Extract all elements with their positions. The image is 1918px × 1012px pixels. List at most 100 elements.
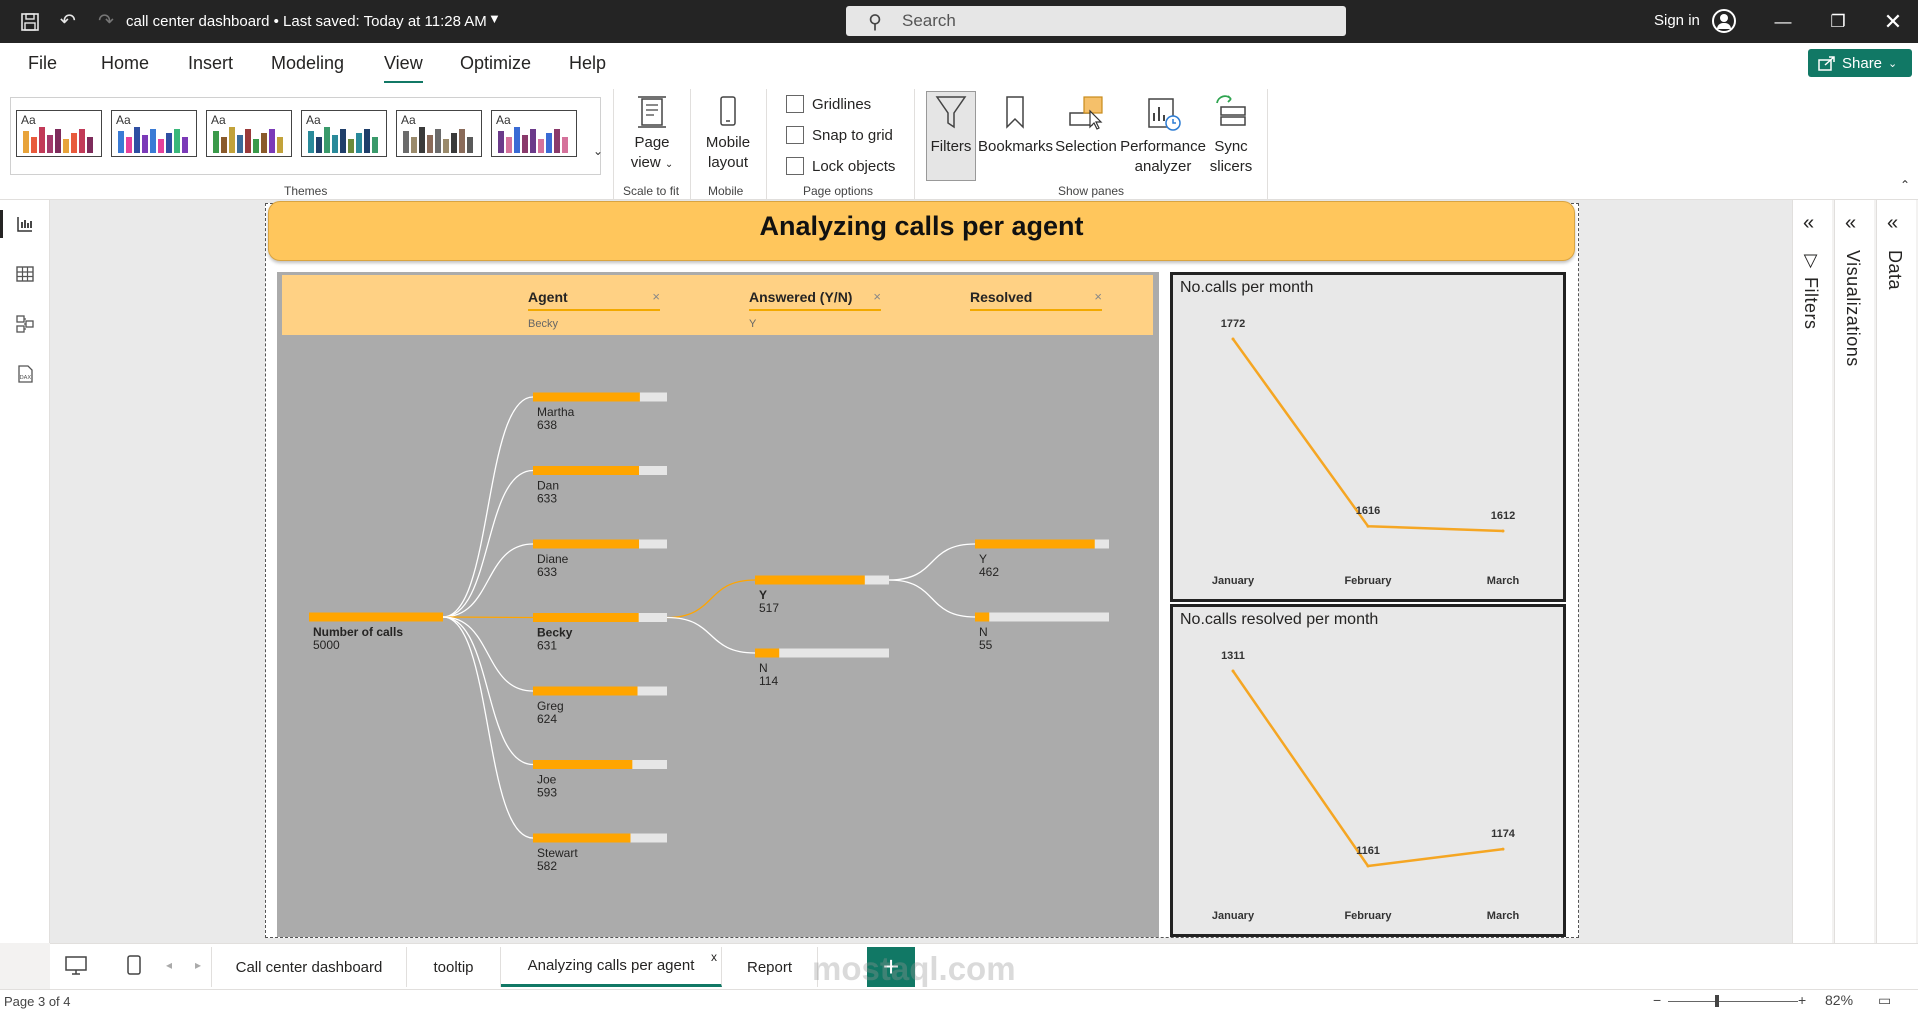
minimize-icon[interactable]: — [1760, 0, 1806, 43]
resolved-node-bar [975, 612, 990, 622]
close-tab-icon[interactable]: x [711, 950, 717, 964]
fit-to-page-icon[interactable]: ▭ [1878, 992, 1891, 1009]
sync-slicers-button[interactable]: Sync slicers [1206, 93, 1256, 177]
level-agent[interactable]: Agent × Becky [528, 289, 660, 330]
x-tick-label: February [1344, 910, 1392, 922]
performance-analyzer-button[interactable]: Performance analyzer [1120, 93, 1206, 177]
zoom-out-button[interactable]: − [1653, 992, 1661, 1008]
data-label: 1161 [1356, 845, 1380, 857]
menu-modeling[interactable]: Modeling [271, 53, 344, 74]
tree-connector [442, 616, 534, 839]
agent-node-bar [533, 392, 640, 402]
sign-in-link[interactable]: Sign in [1654, 12, 1700, 29]
answered-node-value: 114 [759, 674, 778, 688]
menu-optimize[interactable]: Optimize [460, 53, 531, 74]
menu-view[interactable]: View [384, 53, 423, 84]
page-title: Analyzing calls per agent [759, 211, 1084, 241]
agent-node-label: Martha [537, 405, 575, 419]
data-point [1501, 847, 1505, 851]
resolved-node-value: 55 [979, 638, 993, 652]
dax-query-view-icon[interactable]: DAX [12, 361, 38, 387]
side-panes: « ▽ Filters « Visualizations « Data [1792, 200, 1918, 943]
visualizations-pane[interactable]: « Visualizations [1834, 200, 1874, 943]
table-view-icon[interactable] [12, 261, 38, 287]
zoom-slider-thumb[interactable] [1715, 995, 1719, 1007]
desktop-layout-icon[interactable] [64, 954, 88, 981]
data-pane-label: Data [1885, 250, 1905, 291]
themes-gallery: Aa Aa Aa Aa Aa Aa ⌄ [10, 97, 603, 175]
page-view-button[interactable]: Page view ⌄ [624, 93, 680, 175]
calls-resolved-per-month-chart[interactable]: No.calls resolved per month 1311 1161 1174… [1170, 604, 1566, 937]
collapse-ribbon-icon[interactable]: ⌃ [1900, 178, 1910, 192]
line-chart: 1311 1161 1174 January February March [1212, 650, 1520, 922]
data-label: 1311 [1221, 650, 1245, 662]
remove-level-icon[interactable]: × [652, 289, 660, 304]
lock-objects-checkbox[interactable]: Lock objects [786, 157, 895, 175]
level-resolved[interactable]: Resolved × [970, 289, 1102, 311]
tab-call-center-dashboard[interactable]: Call center dashboard [211, 947, 407, 987]
snap-to-grid-checkbox[interactable]: Snap to grid [786, 126, 893, 144]
theme-2[interactable]: Aa [111, 110, 197, 157]
menu-help[interactable]: Help [569, 53, 606, 74]
tab-report[interactable]: Report [722, 947, 818, 987]
theme-4[interactable]: Aa [301, 110, 387, 157]
tab-analyzing-calls-per-agent[interactable]: Analyzing calls per agent x [501, 947, 722, 987]
theme-3[interactable]: Aa [206, 110, 292, 157]
menu-file[interactable]: File [28, 53, 57, 74]
tab-tooltip[interactable]: tooltip [407, 947, 501, 987]
x-tick-label: January [1212, 910, 1255, 922]
close-window-icon[interactable]: ✕ [1870, 0, 1916, 43]
remove-level-icon[interactable]: × [1094, 289, 1102, 304]
restore-icon[interactable]: ❐ [1815, 0, 1861, 43]
tree-connector [666, 616, 756, 654]
expand-pane-icon[interactable]: « [1803, 212, 1814, 235]
mobile-layout-icon[interactable] [126, 954, 142, 981]
chevron-down-icon: ⌄ [1888, 57, 1898, 70]
avatar-icon[interactable] [1712, 9, 1736, 33]
themes-expand-icon[interactable]: ⌄ [593, 144, 603, 158]
expand-pane-icon[interactable]: « [1887, 212, 1898, 235]
bookmarks-pane-button[interactable]: Bookmarks [978, 93, 1053, 157]
next-page-icon[interactable]: ▸ [195, 958, 201, 972]
decomposition-tree[interactable]: Number of calls 5000 Martha 638 Dan 633 Diane 6… [277, 272, 1159, 937]
previous-page-icon[interactable]: ◂ [166, 958, 172, 972]
redo-icon[interactable]: ↷ [88, 0, 124, 43]
data-label: 1772 [1221, 318, 1245, 330]
tree-connector [442, 616, 534, 766]
expand-pane-icon[interactable]: « [1845, 212, 1856, 235]
agent-node-bar [533, 466, 640, 475]
filters-pane[interactable]: « ▽ Filters [1792, 200, 1832, 943]
report-view-icon[interactable] [12, 211, 38, 237]
data-pane[interactable]: « Data [1876, 200, 1916, 943]
tree-connector [888, 579, 976, 618]
data-label: 1612 [1491, 510, 1515, 522]
save-icon[interactable] [12, 0, 48, 43]
series-line [1231, 338, 1504, 533]
chevron-down-icon[interactable]: ▼ [488, 11, 501, 26]
menu-home[interactable]: Home [101, 53, 149, 74]
document-title[interactable]: call center dashboard • Last saved: Toda… [126, 13, 487, 30]
search-box[interactable]: ⚲ Search [846, 6, 1346, 36]
theme-6[interactable]: Aa [491, 110, 577, 157]
level-answered[interactable]: Answered (Y/N) × Y [749, 289, 881, 330]
agent-node-value: 633 [537, 492, 557, 506]
undo-icon[interactable]: ↶ [50, 0, 86, 43]
agent-node-label: Becky [537, 626, 573, 640]
remove-level-icon[interactable]: × [873, 289, 881, 304]
selection-pane-button[interactable]: Selection [1054, 93, 1118, 157]
gridlines-checkbox[interactable]: Gridlines [786, 95, 871, 113]
share-button[interactable]: Share ⌄ [1808, 49, 1912, 77]
mobile-layout-button[interactable]: Mobile layout [700, 93, 756, 173]
status-bar: Page 3 of 4 − + 82% ▭ [0, 989, 1918, 1012]
zoom-in-button[interactable]: + [1798, 992, 1806, 1008]
zoom-slider[interactable] [1668, 1001, 1798, 1002]
menu-insert[interactable]: Insert [188, 53, 233, 74]
scale-group-label: Scale to fit [623, 184, 680, 198]
theme-1[interactable]: Aa [16, 110, 102, 157]
model-view-icon[interactable] [12, 311, 38, 337]
filters-pane-button[interactable]: Filters [926, 93, 976, 157]
calls-per-month-chart[interactable]: No.calls per month 1772 1616 1612 January Fe… [1170, 272, 1566, 602]
theme-5[interactable]: Aa [396, 110, 482, 157]
tree-connector [442, 616, 534, 692]
filter-icon [935, 96, 967, 129]
